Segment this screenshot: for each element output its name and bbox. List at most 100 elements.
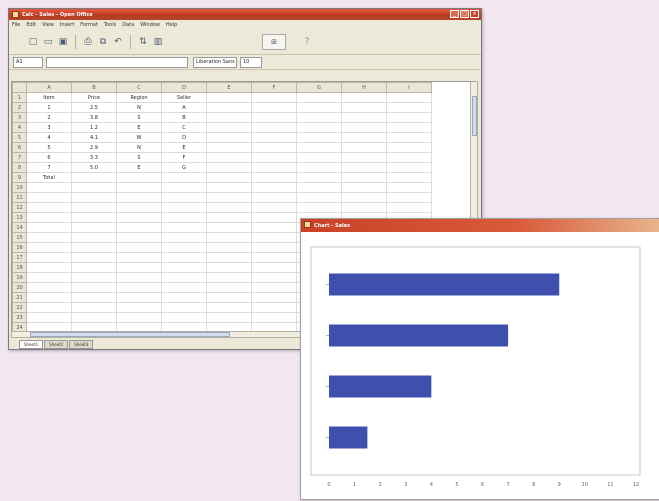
cell[interactable] xyxy=(341,162,387,173)
cell[interactable] xyxy=(206,152,252,163)
cell[interactable] xyxy=(161,312,207,323)
cell[interactable] xyxy=(386,202,432,213)
cell[interactable]: N xyxy=(116,102,162,113)
cell[interactable] xyxy=(251,152,297,163)
cell[interactable] xyxy=(161,202,207,213)
cell[interactable]: 2 xyxy=(26,112,72,123)
cell[interactable] xyxy=(251,112,297,123)
cell[interactable] xyxy=(161,222,207,233)
cell-reference-box[interactable]: A1 xyxy=(13,56,43,68)
sheet-tab-3[interactable]: Sheet3 xyxy=(69,340,94,349)
new-doc-icon[interactable]: ▢ xyxy=(27,36,39,48)
cell[interactable] xyxy=(251,282,297,293)
bar[interactable] xyxy=(329,426,368,449)
cell[interactable] xyxy=(386,142,432,153)
sheet-tab-1[interactable]: Sheet1 xyxy=(19,340,44,349)
vertical-scroll-thumb[interactable] xyxy=(472,96,477,136)
cell[interactable] xyxy=(296,92,342,103)
cell[interactable]: Price xyxy=(71,92,117,103)
cell[interactable] xyxy=(386,102,432,113)
cell[interactable]: 4 xyxy=(26,132,72,143)
menu-help[interactable]: Help xyxy=(166,22,177,28)
minimize-button[interactable]: _ xyxy=(450,10,459,18)
column-header[interactable]: F xyxy=(251,82,297,93)
bar[interactable] xyxy=(329,324,509,347)
cell[interactable] xyxy=(341,112,387,123)
cell[interactable] xyxy=(296,182,342,193)
cell[interactable] xyxy=(116,262,162,273)
cell[interactable] xyxy=(206,262,252,273)
row-number[interactable]: 4 xyxy=(12,122,27,133)
cell[interactable] xyxy=(26,232,72,243)
cell[interactable] xyxy=(251,132,297,143)
chart-titlebar[interactable]: Chart - Sales xyxy=(301,219,659,232)
cell[interactable] xyxy=(26,202,72,213)
cell[interactable] xyxy=(116,242,162,253)
cell[interactable] xyxy=(251,312,297,323)
row-number[interactable]: 16 xyxy=(12,242,27,253)
cell[interactable] xyxy=(386,122,432,133)
cell[interactable] xyxy=(251,302,297,313)
row-number[interactable]: 10 xyxy=(12,182,27,193)
cell[interactable] xyxy=(116,202,162,213)
cell[interactable]: 4.1 xyxy=(71,132,117,143)
cell[interactable] xyxy=(26,282,72,293)
cell[interactable] xyxy=(296,162,342,173)
row-number[interactable]: 20 xyxy=(12,282,27,293)
cell[interactable] xyxy=(386,192,432,203)
cell[interactable] xyxy=(206,212,252,223)
cell[interactable] xyxy=(206,272,252,283)
sort-icon[interactable]: ⇅ xyxy=(137,36,149,48)
chart-icon[interactable]: ▥ xyxy=(152,36,164,48)
cell[interactable] xyxy=(161,302,207,313)
cell[interactable] xyxy=(296,152,342,163)
row-number[interactable]: 14 xyxy=(12,222,27,233)
row-number[interactable]: 17 xyxy=(12,252,27,263)
column-header[interactable]: G xyxy=(296,82,342,93)
cell[interactable] xyxy=(161,242,207,253)
cell[interactable] xyxy=(251,242,297,253)
cell[interactable] xyxy=(26,222,72,233)
cell[interactable] xyxy=(206,112,252,123)
cell[interactable]: 1.2 xyxy=(71,122,117,133)
cell[interactable] xyxy=(116,312,162,323)
menu-view[interactable]: View xyxy=(42,22,54,28)
cell[interactable] xyxy=(341,122,387,133)
cell[interactable] xyxy=(341,192,387,203)
cell[interactable] xyxy=(161,262,207,273)
font-name-select[interactable]: Liberation Sans xyxy=(193,56,237,68)
spreadsheet-titlebar[interactable]: Calc - Sales - Open Office _ □ × xyxy=(9,9,481,20)
cell[interactable] xyxy=(251,182,297,193)
cell[interactable] xyxy=(296,192,342,203)
font-size-select[interactable]: 10 xyxy=(240,56,262,68)
cell[interactable] xyxy=(116,302,162,313)
column-header[interactable]: I xyxy=(386,82,432,93)
cell[interactable] xyxy=(161,182,207,193)
cell[interactable] xyxy=(251,262,297,273)
cell[interactable]: G xyxy=(161,162,207,173)
cell[interactable] xyxy=(26,312,72,323)
cell[interactable] xyxy=(251,192,297,203)
row-number[interactable]: 21 xyxy=(12,292,27,303)
undo-icon[interactable]: ↶ xyxy=(112,36,124,48)
cell[interactable] xyxy=(206,132,252,143)
cell[interactable] xyxy=(251,252,297,263)
cell[interactable] xyxy=(341,132,387,143)
cell[interactable] xyxy=(341,152,387,163)
cell[interactable] xyxy=(71,302,117,313)
bar[interactable] xyxy=(329,375,432,398)
cell[interactable]: Region xyxy=(116,92,162,103)
row-number[interactable]: 15 xyxy=(12,232,27,243)
cell[interactable] xyxy=(161,172,207,183)
cell[interactable]: W xyxy=(116,132,162,143)
formula-input[interactable] xyxy=(46,56,188,68)
cell[interactable] xyxy=(26,272,72,283)
row-number[interactable]: 8 xyxy=(12,162,27,173)
cell[interactable] xyxy=(206,102,252,113)
row-number[interactable]: 2 xyxy=(12,102,27,113)
column-header[interactable] xyxy=(12,82,27,93)
cell[interactable] xyxy=(251,92,297,103)
cell[interactable] xyxy=(386,132,432,143)
cell[interactable] xyxy=(206,292,252,303)
cell[interactable]: 5.0 xyxy=(71,162,117,173)
